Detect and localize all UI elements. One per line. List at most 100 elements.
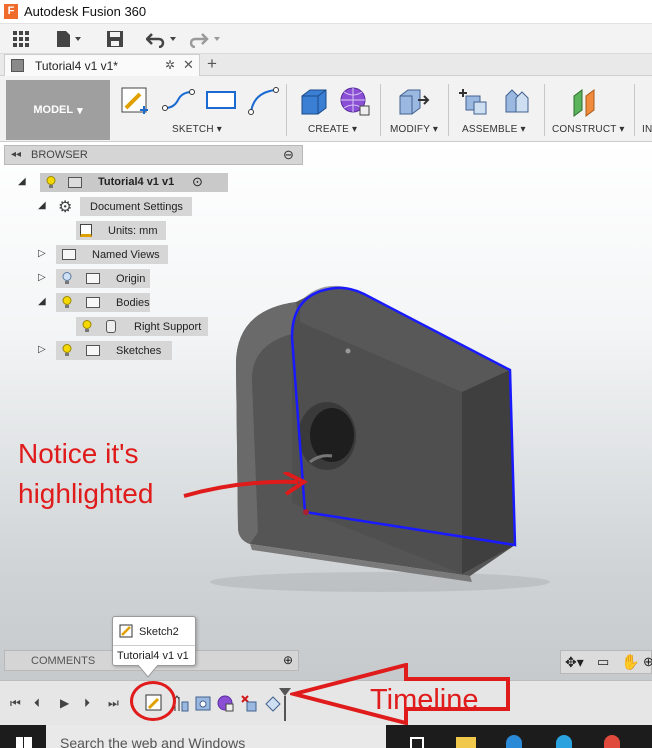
task-view-icon[interactable] [410,737,424,748]
construct-group-label[interactable]: CONSTRUCT ▾ [552,124,625,135]
offset-plane-icon[interactable] [570,86,604,117]
timeline-hole-icon[interactable] [194,694,212,712]
close-tab-icon[interactable]: ✕ [183,57,194,73]
component-icon [68,177,82,188]
step-back-icon[interactable]: ⏴ [34,696,48,710]
browser-item-label: Sketches [116,345,162,357]
file-explorer-icon[interactable] [456,737,476,748]
joint-icon[interactable] [500,86,534,116]
sketch-group-label[interactable]: SKETCH ▾ [172,124,222,135]
new-component-icon[interactable] [456,86,490,116]
browser-item-label: Units: mm [108,225,158,237]
assemble-group-label[interactable]: ASSEMBLE ▾ [462,124,526,135]
tooltip-document-name: Tutorial4 v1 v1 [117,650,189,662]
tooltip-pointer [138,664,158,678]
browser-panel-header[interactable]: ◂◂ BROWSER ⊖ [4,145,303,165]
zoom-icon[interactable]: ⊕ [643,654,652,670]
browser-item-label: Document Settings [90,201,183,213]
visibility-bulb-icon[interactable] [82,320,92,332]
component-cube-icon [11,59,24,72]
search-placeholder: Search the web and Windows [60,735,246,748]
windows-start-icon[interactable] [16,737,32,748]
expand-triangle-icon[interactable]: ◢ [38,200,46,211]
browser-item-label: Named Views [92,249,160,261]
inspect-group-label[interactable]: IN [642,124,652,135]
sketch-icon [119,624,133,638]
grid-icon[interactable] [12,29,30,49]
annotation-notice-line2: highlighted [18,478,154,509]
folder-icon [86,345,100,356]
annotation-notice-line1: Notice it's [18,438,139,469]
expand-triangle-icon[interactable]: ◢ [38,296,46,307]
fusion-logo-icon: F [4,4,18,19]
toolbar-divider [544,84,545,136]
extrude-icon[interactable] [296,86,330,116]
create-form-icon[interactable] [338,86,372,116]
activate-radio-icon[interactable]: ⊙ [192,174,203,190]
main-toolbar: MODEL ▾ SKETCH ▾ CREATE ▾ MODIFY ▾ ASSEMB… [0,76,652,142]
browser-title: BROWSER [31,149,88,161]
collapsed-triangle-icon[interactable]: ▷ [38,272,46,283]
new-tab-button[interactable]: + [207,54,217,74]
toolbar-divider [634,84,635,136]
internet-explorer-icon[interactable] [556,735,572,748]
navigation-bar: ✥▾ ▭ ✋ ⊕ [560,650,652,674]
go-to-end-icon[interactable]: ⏭ [108,696,122,710]
folder-icon [86,273,100,284]
annotation-circle [130,681,176,721]
timeline-form-icon[interactable] [216,694,234,712]
toolbar-divider [448,84,449,136]
root-component-label: Tutorial4 v1 v1 [98,176,175,188]
rectangle-tool-icon[interactable] [204,86,238,116]
title-bar: F Autodesk Fusion 360 [0,0,652,24]
pan-hand-icon[interactable]: ✋ [621,653,640,671]
document-tab-label: Tutorial4 v1 v1* [35,59,118,73]
edge-browser-icon[interactable] [506,735,522,748]
visibility-bulb-off-icon[interactable] [62,272,72,284]
modify-group-label[interactable]: MODIFY ▾ [390,124,438,135]
go-to-start-icon[interactable]: ⏮ [10,696,24,710]
arc-tool-icon[interactable] [246,86,280,116]
toolbar-divider [286,84,287,136]
orbit-icon[interactable]: ✥▾ [565,654,584,671]
chrome-icon[interactable] [604,735,620,748]
document-tab[interactable]: Tutorial4 v1 v1* ✲ ✕ [4,54,200,76]
redo-icon[interactable] [190,29,224,49]
create-sketch-icon[interactable] [120,86,154,116]
play-icon[interactable]: ▶ [60,696,74,710]
expand-icon[interactable]: ◂◂ [11,149,21,160]
visibility-bulb-icon[interactable] [62,296,72,308]
press-pull-icon[interactable] [396,86,430,116]
look-at-icon[interactable]: ▭ [597,654,609,670]
folder-icon [62,249,76,260]
workspace-label: MODEL [33,104,74,116]
sync-icon[interactable]: ✲ [165,58,175,72]
collapse-panel-icon[interactable]: ⊖ [283,147,294,163]
save-icon[interactable] [106,29,124,49]
body-icon [106,320,116,333]
annotation-arrow-icon [183,472,308,498]
expand-triangle-icon[interactable]: ◢ [18,176,26,187]
step-forward-icon[interactable]: ⏵ [84,696,98,710]
annotation-notice: Notice it's highlighted [18,434,153,514]
create-group-label[interactable]: CREATE ▾ [308,124,357,135]
taskbar-search-box[interactable]: Search the web and Windows [46,725,386,748]
quick-access-toolbar [0,24,652,54]
units-icon [80,224,92,237]
undo-icon[interactable] [146,29,180,49]
visibility-bulb-icon[interactable] [46,176,56,188]
gear-icon: ⚙ [58,199,73,216]
browser-item-label: Right Support [134,321,202,333]
collapsed-triangle-icon[interactable]: ▷ [38,248,46,259]
document-tab-bar: Tutorial4 v1 v1* ✲ ✕ + [0,54,652,76]
line-tool-icon[interactable] [162,86,196,116]
collapsed-triangle-icon[interactable]: ▷ [38,344,46,355]
timeline-delete-icon[interactable] [240,694,258,712]
workspace-switcher[interactable]: MODEL ▾ [6,80,110,140]
visibility-bulb-icon[interactable] [62,344,72,356]
toolbar-divider [380,84,381,136]
file-menu-icon[interactable] [56,29,84,49]
browser-item-label: Origin [116,273,146,285]
browser-item-label: Bodies [116,297,150,309]
tooltip-feature-name: Sketch2 [139,626,179,638]
